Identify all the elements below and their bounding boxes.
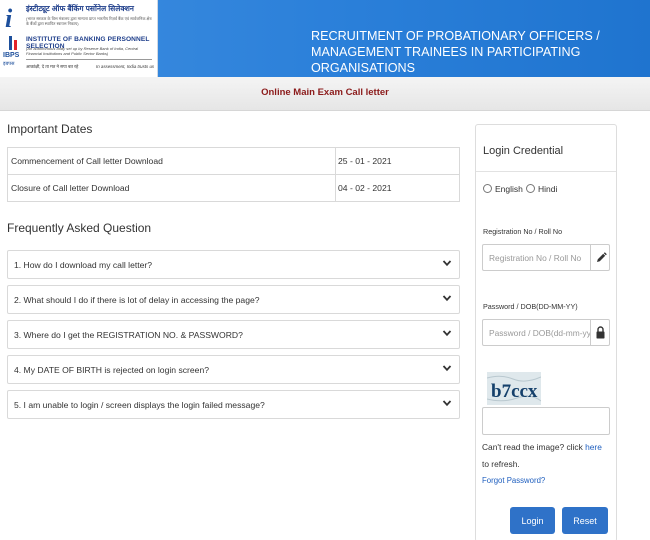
reset-button[interactable]: Reset	[562, 507, 608, 534]
chevron-down-icon	[442, 400, 452, 407]
password-input[interactable]	[483, 320, 591, 345]
faq-heading: Frequently Asked Question	[7, 221, 152, 235]
cell-divider	[335, 148, 336, 175]
recruitment-title-line1: RECRUITMENT OF PROBATIONARY OFFICERS /	[311, 29, 600, 43]
faq-item[interactable]: 4. My DATE OF BIRTH is rejected on login…	[7, 355, 460, 384]
date-label: Commencement of Call letter Download	[11, 156, 163, 166]
chevron-down-icon	[442, 295, 452, 302]
important-dates-heading: Important Dates	[7, 122, 93, 136]
date-value: 04 - 02 - 2021	[338, 183, 392, 193]
logo-acronym-hindi: इबपस	[3, 61, 15, 67]
radio-label: Hindi	[538, 184, 558, 194]
logo-acronym: IBPS	[3, 52, 20, 59]
faq-item[interactable]: 3. Where do I get the REGISTRATION NO. &…	[7, 320, 460, 349]
sub-header-bar: Online Main Exam Call letter	[0, 77, 650, 111]
language-option-hindi[interactable]: Hindi	[526, 184, 566, 196]
faq-question: 1. How do I download my call letter?	[14, 260, 153, 270]
pencil-icon	[590, 245, 609, 270]
logo-org-description: (An autonomous body set up by Reserve Ba…	[26, 46, 139, 56]
registration-label: Registration No / Roll No	[483, 227, 563, 236]
registration-input[interactable]	[483, 245, 591, 270]
faq-question: 5. I am unable to login / screen display…	[14, 400, 265, 410]
login-panel: Login Credential English Hindi Registrat…	[475, 124, 617, 540]
captcha-refresh-link[interactable]: here	[585, 442, 602, 452]
logo-org-subtitle-hindi: (भारत सरकार के वित्त मंत्रालय द्वारा मान…	[26, 16, 152, 26]
login-button[interactable]: Login	[510, 507, 555, 534]
chevron-down-icon	[442, 260, 452, 267]
radio-button[interactable]	[526, 184, 535, 193]
lock-icon	[590, 320, 609, 345]
forgot-password-link[interactable]: Forgot Password?	[482, 476, 545, 485]
radio-button[interactable]	[483, 184, 492, 193]
logo-motto-hindi: आकांक्षी, दे ता मत ने सपा बत रहे	[26, 64, 79, 69]
registration-input-group	[482, 244, 610, 271]
captcha-note-text-end: to refresh.	[482, 459, 520, 469]
table-row: Closure of Call letter Download 04 - 02 …	[8, 175, 459, 202]
captcha-note-text: Can't read the image? click	[482, 442, 586, 452]
page-header: i IBPS इबपस इंस्टीट्यूट ऑफ बैंकिंग पर्सो…	[0, 0, 650, 77]
date-value: 25 - 01 - 2021	[338, 156, 392, 166]
captcha-refresh-note: Can't read the image? click here to refr…	[482, 439, 610, 473]
faq-item[interactable]: 1. How do I download my call letter?	[7, 250, 460, 279]
language-option-english[interactable]: English	[483, 184, 528, 196]
recruitment-title: RECRUITMENT OF PROBATIONARY OFFICERS / M…	[311, 28, 650, 76]
ibps-logo: i IBPS इबपस इंस्टीट्यूट ऑफ बैंकिंग पर्सो…	[0, 0, 158, 77]
date-label: Closure of Call letter Download	[11, 183, 130, 193]
faq-question: 3. Where do I get the REGISTRATION NO. &…	[14, 330, 243, 340]
recruitment-title-line2: MANAGEMENT TRAINEES IN PARTICIPATING ORG…	[311, 45, 581, 75]
logo-motto-english: In assessment, India trusts us	[96, 64, 155, 69]
faq-question: 2. What should I do if there is lot of d…	[14, 295, 260, 305]
captcha-image: b7ccx	[487, 372, 541, 405]
important-dates-table: Commencement of Call letter Download 25 …	[7, 147, 460, 202]
chevron-down-icon	[442, 365, 452, 372]
faq-question: 4. My DATE OF BIRTH is rejected on login…	[14, 365, 210, 375]
login-divider	[476, 171, 616, 172]
password-input-group	[482, 319, 610, 346]
password-label: Password / DOB(DD-MM-YY)	[483, 302, 578, 311]
page-title: Online Main Exam Call letter	[261, 87, 389, 98]
captcha-text: b7ccx	[491, 381, 538, 402]
captcha-input[interactable]	[482, 407, 610, 435]
logo-divider	[26, 59, 152, 60]
logo-org-name-hindi: इंस्टीट्यूट ऑफ बैंकिंग पर्सोनेल सिलेक्शन	[26, 4, 134, 13]
cell-divider	[335, 175, 336, 202]
faq-item[interactable]: 5. I am unable to login / screen display…	[7, 390, 460, 419]
chevron-down-icon	[442, 330, 452, 337]
radio-label: English	[495, 184, 523, 194]
login-title: Login Credential	[483, 145, 564, 157]
table-row: Commencement of Call letter Download 25 …	[8, 148, 459, 175]
faq-item[interactable]: 2. What should I do if there is lot of d…	[7, 285, 460, 314]
